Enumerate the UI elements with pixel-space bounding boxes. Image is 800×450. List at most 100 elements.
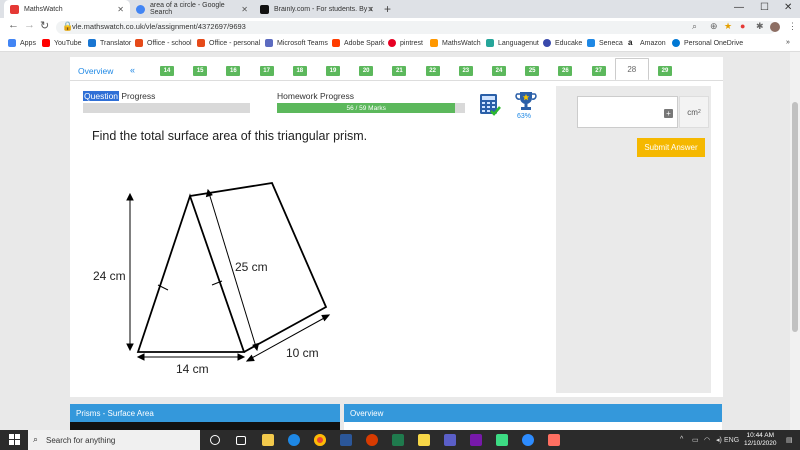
avatar[interactable] xyxy=(770,22,780,32)
question-text: Find the total surface area of this tria… xyxy=(92,129,368,143)
question-28-button[interactable]: 28 xyxy=(614,58,649,80)
bookmark-office-personal[interactable]: Office - personal xyxy=(197,39,260,47)
taskbar-search-input[interactable]: ⌕ Search for anything xyxy=(28,430,200,450)
zoom-app-icon[interactable] xyxy=(522,434,534,446)
close-tab-icon[interactable]: ✕ xyxy=(117,5,124,14)
question-26-button[interactable]: 26 xyxy=(558,66,573,76)
bookmark-apps[interactable]: Apps xyxy=(8,39,36,47)
word-icon[interactable] xyxy=(340,434,352,446)
more-bookmarks-button[interactable]: » xyxy=(786,39,790,46)
overview-link[interactable]: Overview xyxy=(78,66,113,76)
question-29-button[interactable]: 29 xyxy=(658,66,672,76)
bookmark-translator[interactable]: Translator xyxy=(88,39,131,47)
app-icon[interactable] xyxy=(548,434,560,446)
unit-text: cm xyxy=(687,107,698,117)
overview-panel: Overview xyxy=(344,404,722,430)
close-tab-icon[interactable]: ✕ xyxy=(367,5,374,14)
mic-icon[interactable]: ⌕ xyxy=(692,21,697,32)
question-19-button[interactable]: 19 xyxy=(326,66,340,76)
bookmark-label: MathsWatch xyxy=(442,39,481,47)
panel-title[interactable]: Prisms - Surface Area xyxy=(70,404,340,422)
clock[interactable]: 10:44 AM 12/10/2020 xyxy=(744,432,777,448)
bookmark-label: YouTube xyxy=(54,39,82,47)
tab-google-search[interactable]: area of a circle - Google Search ✕ xyxy=(130,0,254,18)
onenote-icon[interactable] xyxy=(470,434,482,446)
question-22-button[interactable]: 22 xyxy=(425,66,440,76)
reload-icon[interactable]: ↻ xyxy=(40,19,49,32)
bookmark-star-icon[interactable]: ★ xyxy=(724,21,732,32)
question-25-button[interactable]: 25 xyxy=(525,66,540,76)
bookmark-label: Seneca xyxy=(599,39,623,47)
question-21-button[interactable]: 21 xyxy=(392,66,407,76)
trophy-icon xyxy=(515,92,537,110)
close-window-icon[interactable]: ✕ xyxy=(784,2,792,13)
arrow-head xyxy=(237,353,246,361)
question-progress-bar xyxy=(83,103,250,113)
zoom-icon[interactable]: ⊕ xyxy=(710,21,718,32)
forward-icon[interactable]: → xyxy=(24,19,35,31)
file-explorer-icon[interactable] xyxy=(262,434,274,446)
bookmark-languagenut[interactable]: Languagenut xyxy=(486,39,539,47)
question-progress-label: Question Progress xyxy=(83,91,155,101)
adobe-spark-icon xyxy=(332,39,340,47)
app-icon[interactable] xyxy=(496,434,508,446)
menu-dots-icon[interactable]: ⋮ xyxy=(788,21,797,32)
previous-questions-button[interactable]: « xyxy=(130,65,135,75)
language-indicator[interactable]: ENG xyxy=(724,437,739,444)
answer-input[interactable]: + xyxy=(577,96,678,128)
sticky-notes-icon[interactable] xyxy=(418,434,430,446)
bookmark-teams[interactable]: Microsoft Teams xyxy=(265,39,328,47)
question-17-button[interactable]: 17 xyxy=(259,66,274,76)
teams-taskbar-icon[interactable] xyxy=(444,434,456,446)
extensions-puzzle-icon[interactable]: ✱ xyxy=(756,21,764,32)
bookmark-adobe-spark[interactable]: Adobe Spark xyxy=(332,39,384,47)
excel-icon[interactable] xyxy=(392,434,404,446)
tab-brainly[interactable]: Brainly.com - For students. By stu ✕ xyxy=(254,0,380,18)
volume-icon[interactable]: ◂) xyxy=(716,436,722,444)
page-scrollbar[interactable] xyxy=(790,52,800,430)
notifications-icon[interactable]: ▤ xyxy=(786,436,793,444)
panel-title[interactable]: Overview xyxy=(344,404,722,422)
question-16-button[interactable]: 16 xyxy=(226,66,241,76)
question-18-button[interactable]: 18 xyxy=(292,66,307,76)
tray-chevron-icon[interactable]: ^ xyxy=(680,436,683,443)
question-23-button[interactable]: 23 xyxy=(458,66,473,76)
bookmark-pintrest[interactable]: pintrest xyxy=(388,39,423,47)
powerpoint-icon[interactable] xyxy=(366,434,378,446)
bookmark-label: Translator xyxy=(100,39,132,47)
question-14-button[interactable]: 14 xyxy=(160,66,174,76)
submit-answer-button[interactable]: Submit Answer xyxy=(637,138,705,157)
answer-unit: cm 2 xyxy=(679,96,709,128)
scrollbar-thumb[interactable] xyxy=(792,102,798,332)
question-20-button[interactable]: 20 xyxy=(359,66,374,76)
edge-icon[interactable] xyxy=(288,434,300,446)
bookmark-seneca[interactable]: Seneca xyxy=(587,39,623,47)
battery-icon[interactable]: ▭ xyxy=(692,436,699,444)
windows-start-icon[interactable] xyxy=(9,434,20,445)
tab-mathswatch[interactable]: MathsWatch ✕ xyxy=(4,0,130,18)
question-24-button[interactable]: 24 xyxy=(492,66,506,76)
question-27-button[interactable]: 27 xyxy=(591,66,606,76)
bookmark-youtube[interactable]: YouTube xyxy=(42,39,82,47)
bookmark-mathswatch[interactable]: MathsWatch xyxy=(430,39,481,47)
bookmark-office-school[interactable]: Office - school xyxy=(135,39,192,47)
plus-icon[interactable]: + xyxy=(664,109,673,118)
maximize-icon[interactable]: ☐ xyxy=(760,2,769,13)
cortana-icon[interactable] xyxy=(210,435,220,445)
amazon-icon: a xyxy=(628,39,636,47)
bookmark-onedrive[interactable]: Personal OneDrive xyxy=(672,39,743,47)
bookmark-amazon[interactable]: a Amazon xyxy=(628,39,666,47)
arrow-head xyxy=(126,192,134,201)
minimize-icon[interactable]: — xyxy=(734,2,744,13)
homework-progress-label: Homework Progress xyxy=(277,91,354,101)
task-view-icon[interactable] xyxy=(236,436,246,445)
bookmark-educake[interactable]: Educake xyxy=(543,39,582,47)
chrome-icon[interactable] xyxy=(314,434,326,446)
new-tab-button[interactable]: + xyxy=(384,2,391,16)
back-icon[interactable]: ← xyxy=(8,19,19,31)
url-text[interactable]: vle.mathswatch.co.uk/vle/assignment/4372… xyxy=(72,22,246,31)
close-tab-icon[interactable]: ✕ xyxy=(241,5,248,14)
question-15-button[interactable]: 15 xyxy=(193,66,208,76)
extension-icon[interactable]: ● xyxy=(740,21,745,31)
wifi-icon[interactable]: ◠ xyxy=(704,436,710,444)
